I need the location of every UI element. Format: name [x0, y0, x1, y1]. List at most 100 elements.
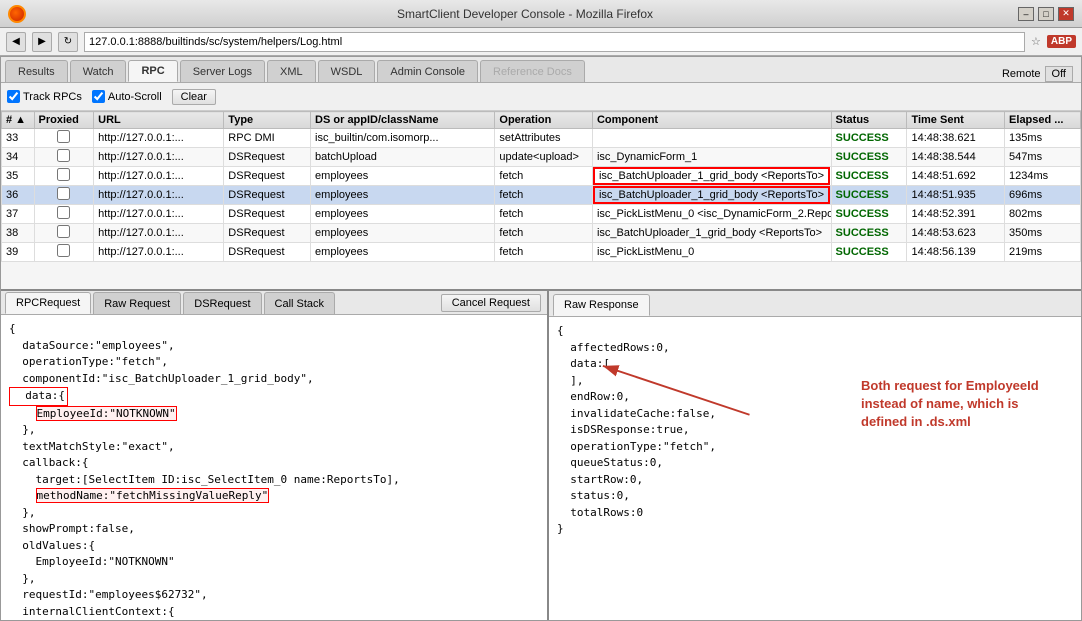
table-row[interactable]: 35 http://127.0.0.1:... DSRequest employ… — [2, 167, 1081, 186]
code-line: showPrompt:false, — [9, 521, 539, 538]
cell-elapsed: 350ms — [1005, 224, 1081, 243]
cell-elapsed: 219ms — [1005, 243, 1081, 262]
table-row[interactable]: 36 http://127.0.0.1:... DSRequest employ… — [2, 186, 1081, 205]
col-elapsed[interactable]: Elapsed ... — [1005, 112, 1081, 129]
code-line: data:[ — [557, 356, 1073, 373]
col-status[interactable]: Status — [831, 112, 907, 129]
col-ds[interactable]: DS or appID/className — [311, 112, 495, 129]
minimize-button[interactable]: – — [1018, 7, 1034, 21]
auto-scroll-checkbox[interactable]: Auto-Scroll — [92, 90, 162, 103]
cell-component — [592, 129, 831, 148]
code-line: EmployeeId:"NOTKNOWN" — [9, 554, 539, 571]
cell-operation: fetch — [495, 224, 593, 243]
tab-admin-console[interactable]: Admin Console — [377, 60, 478, 82]
remote-value: Off — [1045, 66, 1073, 82]
cell-status: SUCCESS — [831, 224, 907, 243]
cell-type: DSRequest — [224, 186, 311, 205]
bottom-panel: RPCRequest Raw Request DSRequest Call St… — [1, 291, 1081, 620]
tab-dsrequest[interactable]: DSRequest — [183, 292, 261, 314]
right-panel-container: Raw Response { affectedRows:0, data:[ ],… — [549, 291, 1081, 620]
maximize-button[interactable]: □ — [1038, 7, 1054, 21]
cancel-request-button[interactable]: Cancel Request — [441, 294, 541, 312]
tab-server-logs[interactable]: Server Logs — [180, 60, 265, 82]
table-row[interactable]: 34 http://127.0.0.1:... DSRequest batchU… — [2, 148, 1081, 167]
cell-component: isc_BatchUploader_1_grid_body <ReportsTo… — [592, 224, 831, 243]
cell-ds: employees — [311, 224, 495, 243]
code-line: totalRows:0 — [557, 505, 1073, 522]
cell-status: SUCCESS — [831, 186, 907, 205]
left-tab-bar: RPCRequest Raw Request DSRequest Call St… — [1, 291, 547, 315]
cell-component: isc_BatchUploader_1_grid_body <ReportsTo… — [592, 167, 831, 186]
cell-ds: isc_builtin/com.isomorp... — [311, 129, 495, 148]
clear-button[interactable]: Clear — [172, 89, 216, 105]
table-row[interactable]: 37 http://127.0.0.1:... DSRequest employ… — [2, 205, 1081, 224]
col-proxied[interactable]: Proxied — [34, 112, 94, 129]
code-line: { — [557, 323, 1073, 340]
cell-component: isc_BatchUploader_1_grid_body <ReportsTo… — [592, 186, 831, 205]
code-line: target:[SelectItem ID:isc_SelectItem_0 n… — [9, 472, 539, 489]
code-line: { — [9, 321, 539, 338]
cell-time: 14:48:52.391 — [907, 205, 1005, 224]
back-button[interactable]: ◀ — [6, 32, 26, 52]
cell-proxied — [34, 186, 94, 205]
table-row[interactable]: 39 http://127.0.0.1:... DSRequest employ… — [2, 243, 1081, 262]
address-bar: ◀ ▶ ↻ ☆ ABP — [0, 28, 1082, 56]
tab-results[interactable]: Results — [5, 60, 68, 82]
cell-ds: employees — [311, 205, 495, 224]
cell-num: 36 — [2, 186, 35, 205]
col-component[interactable]: Component — [592, 112, 831, 129]
tab-call-stack[interactable]: Call Stack — [264, 292, 336, 314]
cell-time: 14:48:51.935 — [907, 186, 1005, 205]
table-row[interactable]: 38 http://127.0.0.1:... DSRequest employ… — [2, 224, 1081, 243]
tab-raw-request[interactable]: Raw Request — [93, 292, 181, 314]
url-field[interactable] — [84, 32, 1025, 52]
tab-reference-docs[interactable]: Reference Docs — [480, 60, 585, 82]
track-rpcs-check[interactable] — [7, 90, 20, 103]
cell-url: http://127.0.0.1:... — [94, 224, 224, 243]
code-line: oldValues:{ — [9, 538, 539, 555]
requests-table: # ▲ Proxied URL Type DS or appID/classNa… — [1, 111, 1081, 262]
cell-proxied — [34, 148, 94, 167]
table-row[interactable]: 33 http://127.0.0.1:... RPC DMI isc_buil… — [2, 129, 1081, 148]
app-container: Results Watch RPC Server Logs XML WSDL A… — [0, 56, 1082, 621]
code-line: }, — [9, 505, 539, 522]
cancel-btn-area: Cancel Request — [435, 292, 547, 314]
col-operation[interactable]: Operation — [495, 112, 593, 129]
code-line: }, — [9, 422, 539, 439]
tab-xml[interactable]: XML — [267, 60, 316, 82]
col-num[interactable]: # ▲ — [2, 112, 35, 129]
tab-raw-response[interactable]: Raw Response — [553, 294, 650, 316]
cell-operation: update<upload> — [495, 148, 593, 167]
code-line-data-open: data:{ — [9, 387, 68, 406]
cell-elapsed: 1234ms — [1005, 167, 1081, 186]
title-bar: SmartClient Developer Console - Mozilla … — [0, 0, 1082, 28]
code-line: dataSource:"employees", — [9, 338, 539, 355]
cell-ds: batchUpload — [311, 148, 495, 167]
auto-scroll-label: Auto-Scroll — [108, 91, 162, 103]
cell-ds: employees — [311, 243, 495, 262]
cell-component: isc_PickListMenu_0 <isc_DynamicForm_2.Re… — [592, 205, 831, 224]
cell-url: http://127.0.0.1:... — [94, 129, 224, 148]
remote-label: Remote — [1002, 68, 1041, 80]
right-tab-bar: Raw Response — [549, 291, 1081, 317]
cell-status: SUCCESS — [831, 167, 907, 186]
cell-status: SUCCESS — [831, 148, 907, 167]
forward-button[interactable]: ▶ — [32, 32, 52, 52]
reload-button[interactable]: ↻ — [58, 32, 78, 52]
tab-wsdl[interactable]: WSDL — [318, 60, 376, 82]
col-url[interactable]: URL — [94, 112, 224, 129]
col-time[interactable]: Time Sent — [907, 112, 1005, 129]
close-button[interactable]: ✕ — [1058, 7, 1074, 21]
code-line: operationType:"fetch", — [557, 439, 1073, 456]
cell-elapsed: 547ms — [1005, 148, 1081, 167]
col-type[interactable]: Type — [224, 112, 311, 129]
cell-url: http://127.0.0.1:... — [94, 205, 224, 224]
tab-rpc[interactable]: RPC — [128, 60, 177, 82]
cell-url: http://127.0.0.1:... — [94, 186, 224, 205]
bookmark-icon[interactable]: ☆ — [1031, 35, 1041, 48]
tab-watch[interactable]: Watch — [70, 60, 127, 82]
cell-num: 34 — [2, 148, 35, 167]
auto-scroll-check[interactable] — [92, 90, 105, 103]
track-rpcs-checkbox[interactable]: Track RPCs — [7, 90, 82, 103]
tab-rpcrequest[interactable]: RPCRequest — [5, 292, 91, 314]
